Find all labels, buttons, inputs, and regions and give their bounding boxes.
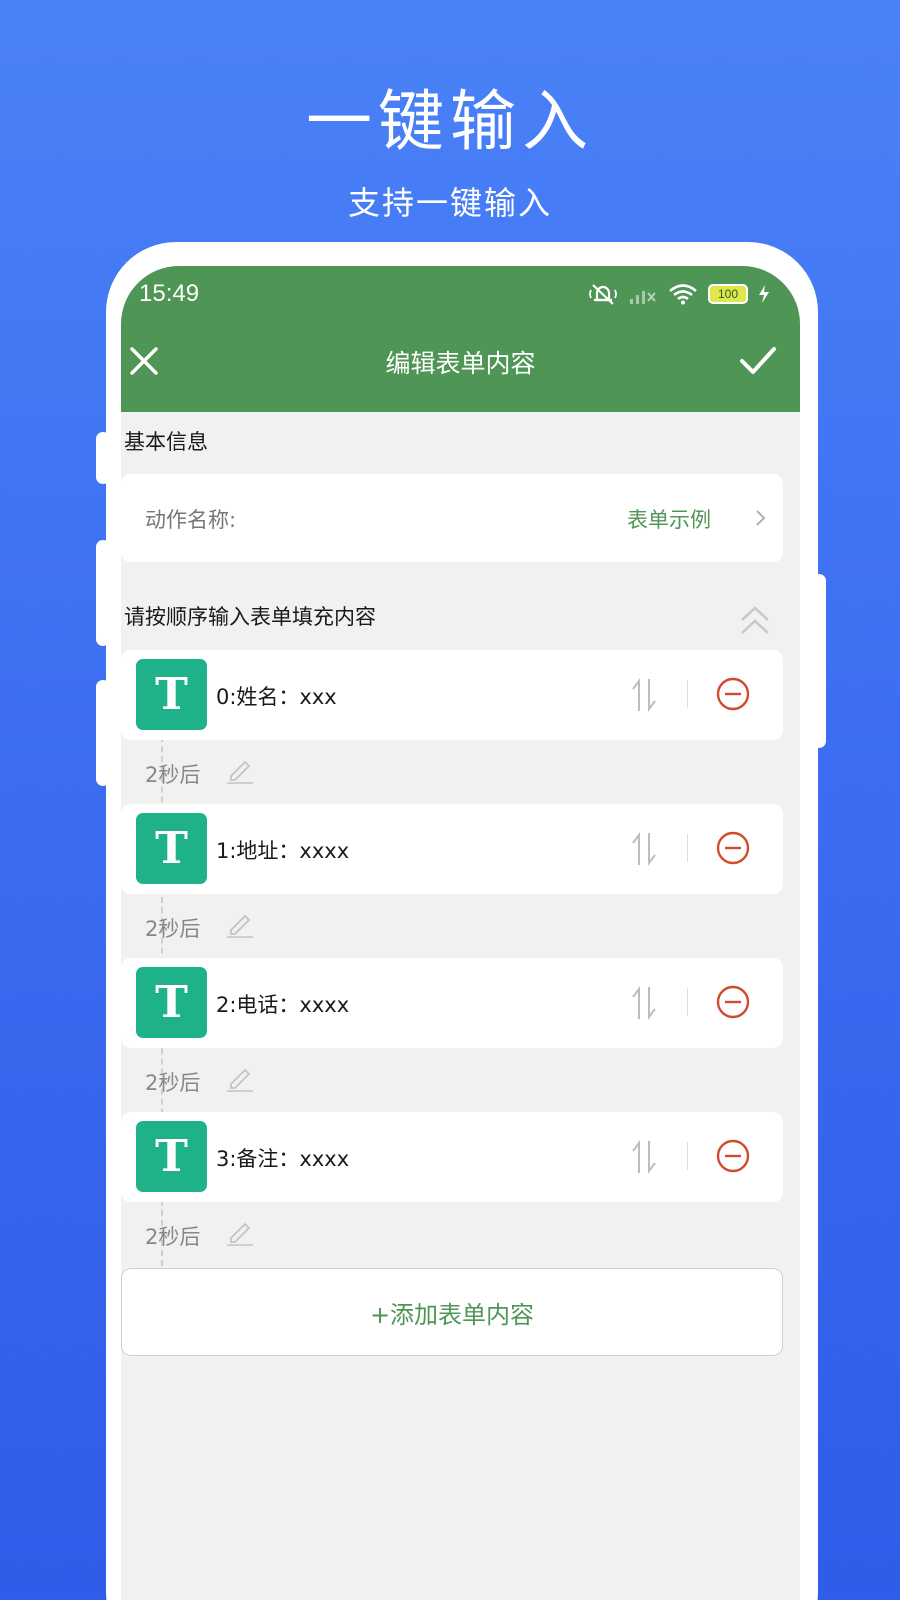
form-item-card[interactable]: T 3:备注：xxxx [121, 1112, 783, 1202]
delay-text: 2秒后 [145, 1071, 201, 1095]
form-item-card[interactable]: T 1:地址：xxxx [121, 804, 783, 894]
status-time: 15:49 [139, 280, 200, 307]
add-form-content-button[interactable]: +添加表单内容 [121, 1268, 783, 1356]
text-type-badge: T [136, 659, 207, 730]
edit-icon[interactable] [225, 910, 255, 938]
phone-side-button [812, 574, 826, 748]
delay-text: 2秒后 [145, 1225, 201, 1249]
section-title-basic-info: 基本信息 [124, 430, 208, 454]
wifi-icon [669, 284, 697, 305]
phone-side-button [96, 680, 110, 786]
action-name-row[interactable]: 动作名称: 表单示例 [121, 474, 783, 562]
collapse-up-icon[interactable] [738, 604, 772, 638]
sort-icon[interactable] [629, 675, 659, 715]
promo-title: 一键输入 [306, 83, 594, 160]
form-item-card[interactable]: T 2:电话：xxxx [121, 958, 783, 1048]
divider [687, 680, 688, 708]
check-icon[interactable] [738, 342, 778, 380]
divider [687, 834, 688, 862]
text-type-badge: T [136, 813, 207, 884]
form-item-text: 1:地址：xxxx [216, 839, 350, 863]
phone-side-button [96, 432, 110, 484]
edit-icon[interactable] [225, 756, 255, 784]
text-type-badge: T [136, 1121, 207, 1192]
promo-subtitle: 支持一键输入 [347, 184, 552, 222]
mute-icon [589, 284, 617, 305]
remove-icon[interactable] [715, 1138, 751, 1174]
section-title-form-content: 请按顺序输入表单填充内容 [124, 605, 376, 629]
delay-text: 2秒后 [145, 763, 201, 787]
app-bar: 15:49 100 编辑表单内容 [121, 266, 800, 412]
charging-icon [759, 285, 769, 303]
action-name-value: 表单示例 [627, 508, 711, 532]
phone-side-button [96, 540, 110, 646]
edit-icon[interactable] [225, 1218, 255, 1246]
form-item-text: 3:备注：xxxx [216, 1147, 350, 1171]
remove-icon[interactable] [715, 676, 751, 712]
divider [687, 1142, 688, 1170]
remove-icon[interactable] [715, 984, 751, 1020]
chevron-right-icon [756, 510, 766, 526]
form-item-text: 2:电话：xxxx [216, 993, 350, 1017]
signal-icon [630, 291, 656, 304]
form-item-card[interactable]: T 0:姓名：xxx [121, 650, 783, 740]
divider [687, 988, 688, 1016]
text-type-badge: T [136, 967, 207, 1038]
sort-icon[interactable] [629, 1137, 659, 1177]
edit-icon[interactable] [225, 1064, 255, 1092]
action-name-label: 动作名称: [145, 508, 237, 532]
remove-icon[interactable] [715, 830, 751, 866]
form-item-text: 0:姓名：xxx [216, 685, 337, 709]
sort-icon[interactable] [629, 983, 659, 1023]
battery-indicator: 100 [708, 284, 748, 304]
phone-screen: 15:49 100 编辑表单内容 基本信息 动作名称: 表单示例 请按顺序输入表… [121, 266, 800, 1600]
page-title: 编辑表单内容 [385, 349, 536, 378]
delay-text: 2秒后 [145, 917, 201, 941]
status-icons: 100 [588, 282, 770, 306]
sort-icon[interactable] [629, 829, 659, 869]
